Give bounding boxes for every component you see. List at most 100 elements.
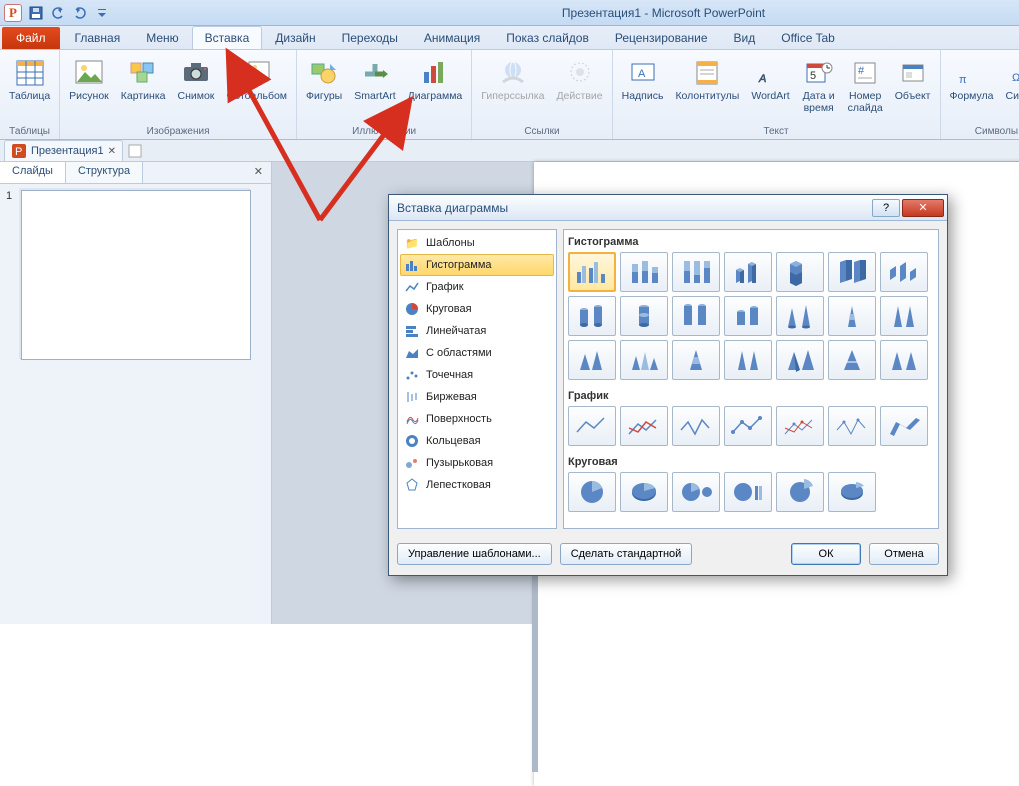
cat-doughnut[interactable]: Кольцевая [400, 430, 554, 452]
chart-3d-100stacked-column[interactable] [828, 252, 876, 292]
cat-area[interactable]: С областями [400, 342, 554, 364]
insert-screenshot-button[interactable]: Снимок [174, 54, 217, 106]
chart-line-5[interactable] [776, 406, 824, 446]
save-button[interactable] [26, 3, 46, 23]
chart-stacked-column[interactable] [620, 252, 668, 292]
chart-pie-6[interactable] [828, 472, 876, 512]
close-tab-button[interactable]: ✕ [108, 146, 116, 157]
chart-pie-1[interactable] [568, 472, 616, 512]
insert-chart-button[interactable]: Диаграмма [405, 54, 466, 106]
chart-gallery[interactable]: Гистограмма [563, 229, 939, 529]
section-histogram: Гистограмма [568, 234, 934, 252]
cat-surface[interactable]: Поверхность [400, 408, 554, 430]
redo-button[interactable] [70, 3, 90, 23]
tab-insert[interactable]: Вставка [192, 26, 263, 49]
chart-pyramid-1[interactable] [776, 340, 824, 380]
chart-line-2[interactable] [620, 406, 668, 446]
chart-line-6[interactable] [828, 406, 876, 446]
tab-transitions[interactable]: Переходы [329, 26, 411, 49]
new-tab-button[interactable] [127, 143, 143, 159]
chart-line-3[interactable] [672, 406, 720, 446]
insert-object-button[interactable]: Объект [892, 54, 934, 106]
chart-cylinder-2[interactable] [620, 296, 668, 336]
chart-100stacked-column[interactable] [672, 252, 720, 292]
chart-3d-stacked-column[interactable] [776, 252, 824, 292]
insert-headerfooter-button[interactable]: Колонтитулы [672, 54, 742, 106]
cat-templates[interactable]: 📁Шаблоны [400, 232, 554, 254]
insert-datetime-button[interactable]: 5 Дата и время [799, 54, 839, 117]
cat-bar[interactable]: Линейчатая [400, 320, 554, 342]
manage-templates-button[interactable]: Управление шаблонами... [397, 543, 552, 565]
undo-button[interactable] [48, 3, 68, 23]
set-default-button[interactable]: Сделать стандартной [560, 543, 693, 565]
tab-slideshow[interactable]: Показ слайдов [493, 26, 602, 49]
insert-picture-button[interactable]: Рисунок [66, 54, 112, 106]
chart-cone-7[interactable] [724, 340, 772, 380]
cat-bubble[interactable]: Пузырьковая [400, 452, 554, 474]
slides-tab[interactable]: Слайды [0, 162, 66, 183]
group-illustrations: Фигуры SmartArt Диаграмма Иллюстрации [297, 50, 472, 139]
cat-radar[interactable]: Лепестковая [400, 474, 554, 496]
chart-cone-2[interactable] [828, 296, 876, 336]
chart-cylinder-1[interactable] [568, 296, 616, 336]
category-list[interactable]: 📁Шаблоны Гистограмма График Круговая Лин… [397, 229, 557, 529]
tab-design[interactable]: Дизайн [262, 26, 328, 49]
dialog-close-button[interactable]: ✕ [902, 199, 944, 217]
slidenum-icon: # [849, 57, 881, 89]
file-tab[interactable]: Файл [2, 27, 60, 49]
chart-3d-clustered-column[interactable] [724, 252, 772, 292]
chart-pyramid-3[interactable] [880, 340, 928, 380]
chart-cylinder-3[interactable] [672, 296, 720, 336]
chart-pie-4[interactable] [724, 472, 772, 512]
clipart-icon [127, 57, 159, 89]
tab-office[interactable]: Office Tab [768, 26, 848, 49]
insert-smartart-button[interactable]: SmartArt [351, 54, 398, 106]
dialog-titlebar[interactable]: Вставка диаграммы ? ✕ [389, 195, 947, 221]
document-tab[interactable]: P Презентация1 ✕ [4, 140, 123, 161]
tab-menu[interactable]: Меню [133, 26, 191, 49]
insert-album-button[interactable]: Фотоальбом [223, 54, 290, 106]
chart-cone-5[interactable] [620, 340, 668, 380]
slide-thumb-1[interactable] [21, 190, 251, 360]
insert-textbox-button[interactable]: A Надпись [619, 54, 667, 106]
chart-cone-4[interactable] [568, 340, 616, 380]
slide-list[interactable]: 1 [0, 184, 271, 624]
panel-close-button[interactable]: ✕ [246, 162, 271, 183]
help-button[interactable]: ? [872, 199, 900, 217]
qat-customize-button[interactable] [92, 3, 112, 23]
chart-3d-column[interactable] [880, 252, 928, 292]
tab-review[interactable]: Рецензирование [602, 26, 721, 49]
chart-cylinder-4[interactable] [724, 296, 772, 336]
chart-line-4[interactable] [724, 406, 772, 446]
chart-pie-2[interactable] [620, 472, 668, 512]
insert-equation-button[interactable]: π Формула [947, 54, 997, 106]
chart-cone-3[interactable] [880, 296, 928, 336]
ok-button[interactable]: ОК [791, 543, 861, 565]
chart-pyramid-2[interactable] [828, 340, 876, 380]
insert-wordart-button[interactable]: A WordArt [748, 54, 792, 106]
chart-pie-5[interactable] [776, 472, 824, 512]
tab-animation[interactable]: Анимация [411, 26, 493, 49]
insert-table-button[interactable]: Таблица [6, 54, 53, 106]
cat-pie[interactable]: Круговая [400, 298, 554, 320]
area-icon [404, 345, 420, 361]
insert-shapes-button[interactable]: Фигуры [303, 54, 345, 106]
chart-line-3d[interactable] [880, 406, 928, 446]
cat-histogram[interactable]: Гистограмма [400, 254, 554, 276]
cat-scatter[interactable]: Точечная [400, 364, 554, 386]
tab-home[interactable]: Главная [62, 26, 134, 49]
chart-cone-1[interactable] [776, 296, 824, 336]
chart-clustered-column[interactable] [568, 252, 616, 292]
chart-line-1[interactable] [568, 406, 616, 446]
tab-view[interactable]: Вид [721, 26, 769, 49]
chart-cone-6[interactable] [672, 340, 720, 380]
insert-slidenum-button[interactable]: # Номер слайда [845, 54, 886, 117]
cancel-button[interactable]: Отмена [869, 543, 939, 565]
link-icon [497, 57, 529, 89]
cat-stock[interactable]: Биржевая [400, 386, 554, 408]
cat-line[interactable]: График [400, 276, 554, 298]
chart-pie-3[interactable] [672, 472, 720, 512]
insert-symbol-button[interactable]: Ω Символ [1002, 54, 1019, 106]
outline-tab[interactable]: Структура [66, 162, 143, 183]
insert-clipart-button[interactable]: Картинка [118, 54, 169, 106]
